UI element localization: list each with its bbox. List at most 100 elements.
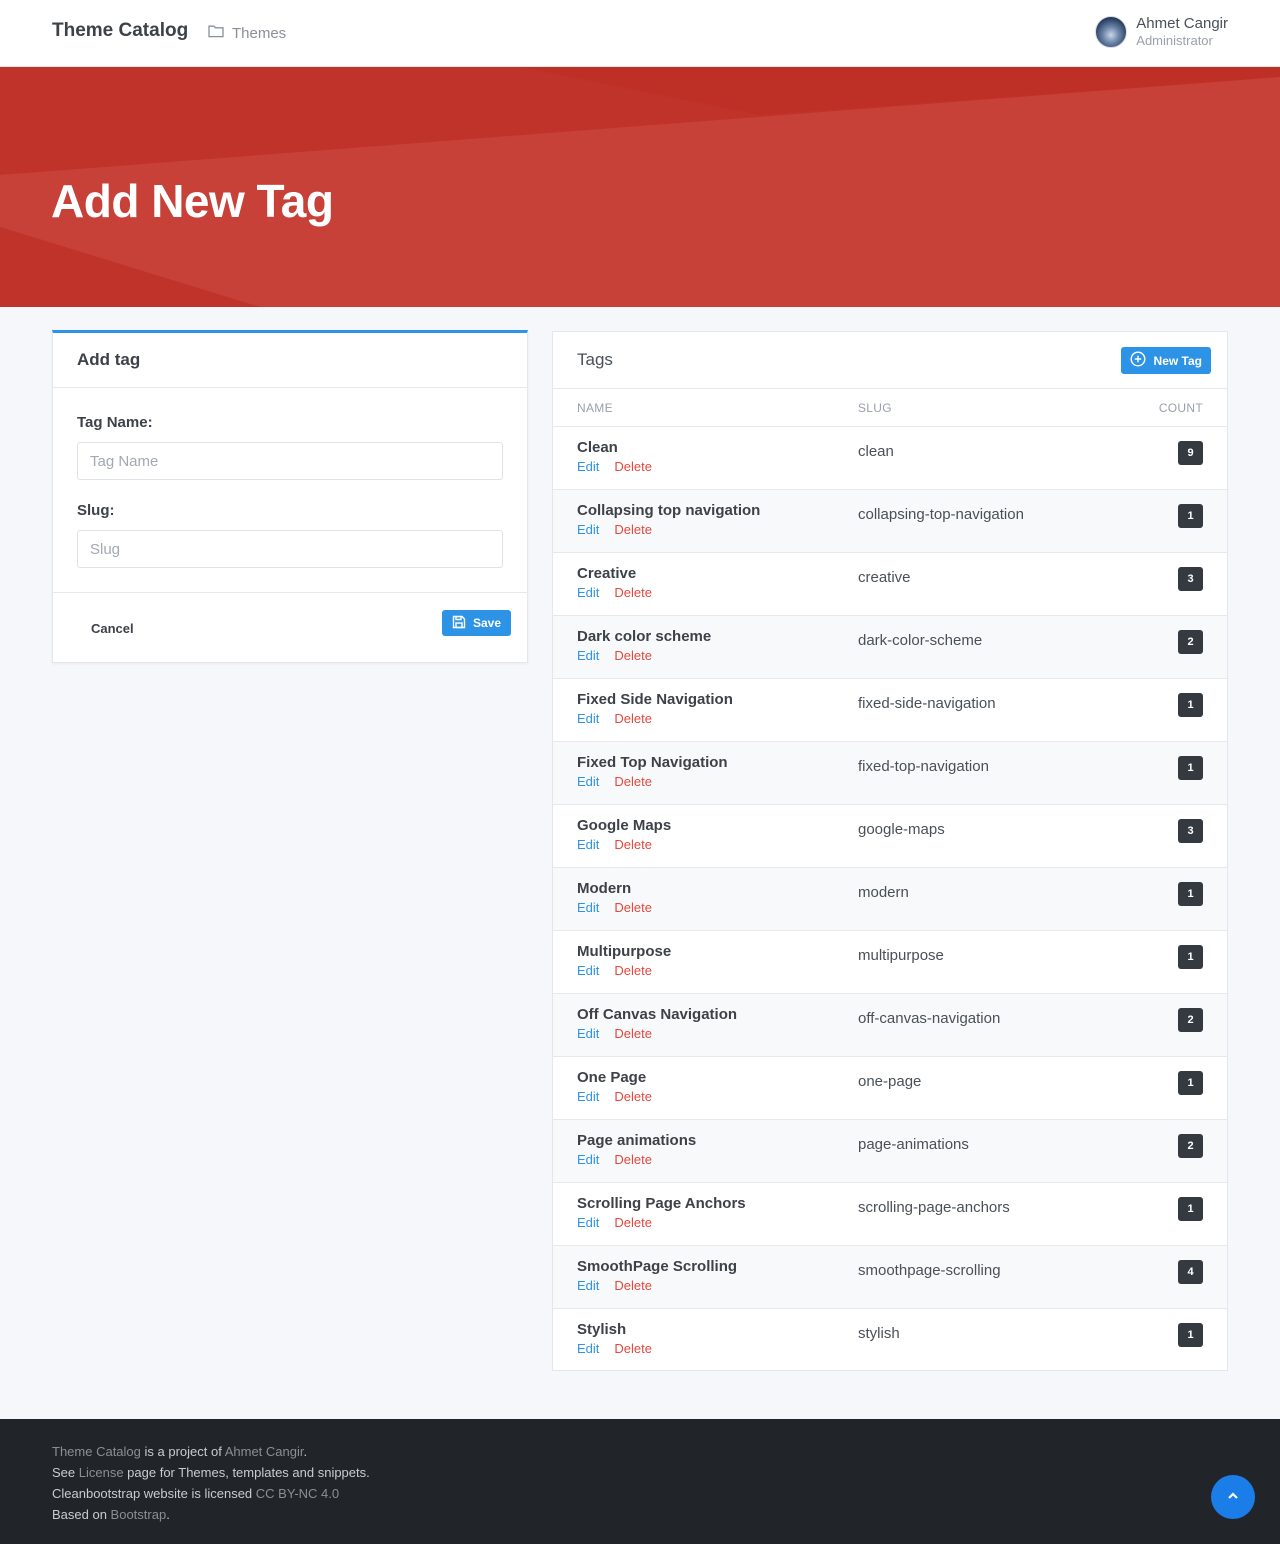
footer-text-license-desc: page for Themes, templates and snippets.	[123, 1465, 370, 1480]
edit-link[interactable]: Edit	[577, 1026, 599, 1041]
tag-name[interactable]: Off Canvas Navigation	[577, 1006, 737, 1023]
edit-link[interactable]: Edit	[577, 1278, 599, 1293]
top-navbar: Theme Catalog Themes Ahmet Cangir Admini…	[0, 0, 1280, 67]
tag-name-label: Tag Name:	[77, 414, 153, 431]
edit-link[interactable]: Edit	[577, 1089, 599, 1104]
footer-text-see: See	[52, 1465, 79, 1480]
delete-link[interactable]: Delete	[614, 648, 652, 663]
site-footer: Theme Catalog is a project of Ahmet Cang…	[0, 1419, 1280, 1544]
tag-name[interactable]: One Page	[577, 1069, 646, 1086]
footer-link-author[interactable]: Ahmet Cangir	[225, 1444, 304, 1459]
row-actions: Edit Delete	[577, 774, 652, 789]
tag-name[interactable]: Creative	[577, 565, 636, 582]
footer-text-period: .	[303, 1444, 308, 1459]
tag-name[interactable]: Clean	[577, 439, 618, 456]
edit-link[interactable]: Edit	[577, 963, 599, 978]
add-tag-form: Tag Name: Slug:	[53, 388, 527, 593]
edit-link[interactable]: Edit	[577, 585, 599, 600]
footer-text-project: is a project of	[140, 1444, 225, 1459]
tags-card-title: Tags	[577, 350, 613, 369]
tag-slug: modern	[858, 884, 909, 901]
edit-link[interactable]: Edit	[577, 522, 599, 537]
delete-link[interactable]: Delete	[614, 711, 652, 726]
column-header-count[interactable]: COUNT	[1159, 401, 1203, 415]
add-tag-card-title: Add tag	[77, 350, 141, 369]
footer-link-cc[interactable]: CC BY-NC 4.0	[256, 1486, 339, 1501]
table-row: Off Canvas Navigation Edit Delete off-canva…	[553, 994, 1227, 1057]
column-header-name[interactable]: NAME	[577, 401, 613, 415]
delete-link[interactable]: Delete	[614, 837, 652, 852]
tag-name[interactable]: Collapsing top navigation	[577, 502, 760, 519]
delete-link[interactable]: Delete	[614, 1278, 652, 1293]
delete-link[interactable]: Delete	[614, 963, 652, 978]
tag-count-badge: 1	[1178, 1323, 1203, 1347]
footer-line-2: See License page for Themes, templates a…	[52, 1462, 370, 1483]
edit-link[interactable]: Edit	[577, 459, 599, 474]
delete-link[interactable]: Delete	[614, 900, 652, 915]
tag-name[interactable]: Stylish	[577, 1321, 626, 1338]
edit-link[interactable]: Edit	[577, 1341, 599, 1356]
edit-link[interactable]: Edit	[577, 648, 599, 663]
edit-link[interactable]: Edit	[577, 711, 599, 726]
delete-link[interactable]: Delete	[614, 1341, 652, 1356]
delete-link[interactable]: Delete	[614, 1089, 652, 1104]
slug-input[interactable]	[77, 530, 503, 568]
tag-name[interactable]: Fixed Side Navigation	[577, 691, 733, 708]
footer-line-4: Based on Bootstrap.	[52, 1504, 370, 1525]
user-menu[interactable]: Ahmet Cangir Administrator	[1095, 15, 1228, 49]
table-row: Multipurpose Edit Delete multipurpose 1	[553, 931, 1227, 994]
brand-link[interactable]: Theme Catalog	[52, 20, 188, 42]
column-header-slug[interactable]: SLUG	[858, 401, 892, 415]
tag-count-badge: 4	[1178, 1260, 1203, 1284]
delete-link[interactable]: Delete	[614, 585, 652, 600]
footer-text-licensed: Cleanbootstrap website is licensed	[52, 1486, 256, 1501]
delete-link[interactable]: Delete	[614, 1026, 652, 1041]
footer-link-bootstrap[interactable]: Bootstrap	[111, 1507, 167, 1522]
tag-count-badge: 2	[1178, 1008, 1203, 1032]
tag-name[interactable]: Fixed Top Navigation	[577, 754, 728, 771]
tag-name[interactable]: Dark color scheme	[577, 628, 711, 645]
delete-link[interactable]: Delete	[614, 1152, 652, 1167]
tag-name-input[interactable]	[77, 442, 503, 480]
delete-link[interactable]: Delete	[614, 522, 652, 537]
row-actions: Edit Delete	[577, 1026, 652, 1041]
tag-name[interactable]: Scrolling Page Anchors	[577, 1195, 746, 1212]
edit-link[interactable]: Edit	[577, 1152, 599, 1167]
edit-link[interactable]: Edit	[577, 837, 599, 852]
delete-link[interactable]: Delete	[614, 1215, 652, 1230]
folder-icon	[208, 24, 224, 42]
back-to-top-button[interactable]	[1211, 1475, 1255, 1519]
row-actions: Edit Delete	[577, 585, 652, 600]
tag-name[interactable]: Google Maps	[577, 817, 671, 834]
tag-count-badge: 1	[1178, 945, 1203, 969]
new-tag-button[interactable]: New Tag	[1120, 347, 1211, 374]
user-name: Ahmet Cangir	[1136, 15, 1228, 32]
edit-link[interactable]: Edit	[577, 1215, 599, 1230]
nav-link-themes[interactable]: Themes	[208, 24, 286, 42]
footer-text: Theme Catalog is a project of Ahmet Cang…	[52, 1441, 370, 1525]
tag-name[interactable]: Page animations	[577, 1132, 696, 1149]
tag-name[interactable]: Modern	[577, 880, 631, 897]
tag-name[interactable]: Multipurpose	[577, 943, 671, 960]
delete-link[interactable]: Delete	[614, 459, 652, 474]
tag-slug: fixed-side-navigation	[858, 695, 996, 712]
cancel-button[interactable]: Cancel	[79, 619, 146, 638]
edit-link[interactable]: Edit	[577, 900, 599, 915]
footer-link-license[interactable]: License	[79, 1465, 124, 1480]
row-actions: Edit Delete	[577, 900, 652, 915]
row-actions: Edit Delete	[577, 1341, 652, 1356]
tag-slug: clean	[858, 443, 894, 460]
edit-link[interactable]: Edit	[577, 774, 599, 789]
footer-link-theme-catalog[interactable]: Theme Catalog	[52, 1444, 141, 1459]
save-button[interactable]: Save	[441, 610, 511, 636]
user-role: Administrator	[1136, 33, 1213, 48]
table-row: Fixed Side Navigation Edit Delete fixed-sid…	[553, 679, 1227, 742]
tag-name[interactable]: SmoothPage Scrolling	[577, 1258, 737, 1275]
page-title: Add New Tag	[51, 175, 334, 227]
tag-slug: multipurpose	[858, 947, 944, 964]
add-tag-card: Add tag Tag Name: Slug: Cancel Save	[52, 330, 528, 663]
avatar[interactable]	[1095, 16, 1128, 48]
tag-slug: scrolling-page-anchors	[858, 1199, 1010, 1216]
tag-count-badge: 1	[1178, 504, 1203, 528]
delete-link[interactable]: Delete	[614, 774, 652, 789]
